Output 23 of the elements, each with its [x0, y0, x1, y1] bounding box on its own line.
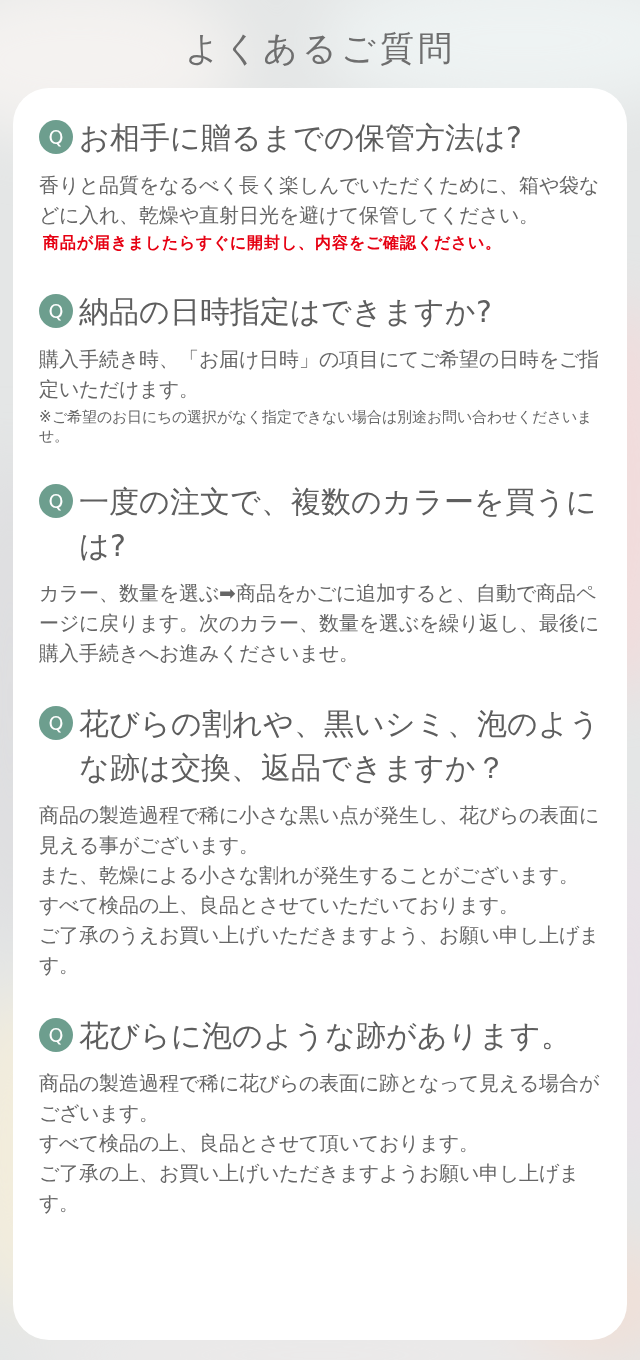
q-badge: Q	[39, 706, 73, 740]
q-badge: Q	[39, 120, 73, 154]
answer-text: 商品の製造過程で稀に小さな黒い点が発生し、花びらの表面に見える事がございます。	[39, 802, 600, 859]
answer-text: ご了承の上、お買い上げいただきますようお願い申し上げます。	[39, 1160, 580, 1217]
question-text: 納品の日時指定はできますか?	[79, 293, 492, 331]
q-badge: Q	[39, 294, 73, 328]
q-badge: Q	[39, 484, 73, 518]
answer-text: 香りと品質をなるべく長く楽しんでいただくために、箱や袋などに入れ、乾燥や直射日光を避けて保管してください。	[39, 172, 600, 229]
question-text: 花びらに泡のような跡があります。	[79, 1017, 571, 1055]
answer-text: カラー、数量を選ぶ➡商品をかごに追加すると、自動で商品ページに戻ります。次のカラー、数量を選ぶを繰り返し、最後に購入手続きへお進みくださいませ。	[39, 580, 600, 667]
q-badge: Q	[39, 1018, 73, 1052]
answer-text: 商品の製造過程で稀に花びらの表面に跡となって見える場合がございます。	[39, 1070, 600, 1127]
answer-text: ご了承のうえお買い上げいただきますよう、お願い申し上げます。	[39, 922, 600, 979]
question-text: お相手に贈るまでの保管方法は?	[79, 119, 522, 157]
warning-text: 商品が届きましたらすぐに開封し、内容をご確認ください。	[42, 232, 503, 254]
answer-text: すべて検品の上、良品とさせて頂いております。	[39, 1130, 480, 1157]
note-text: ※ご希望のお日にちの選択がなく指定できない場合は別途お問い合わせくださいませ。	[39, 408, 593, 446]
question-text: 花びらの割れや、黒いシミ、泡のような跡は交換、返品できますか？	[79, 705, 601, 787]
answer-text: すべて検品の上、良品とさせていただいております。	[39, 892, 520, 919]
answer-text: 購入手続き時、「お届け日時」の項目にてご希望の日時をご指定いただけます。	[39, 346, 600, 403]
question-text: 一度の注文で、複数のカラーを買うには?	[79, 483, 598, 565]
page-title: よくあるご質問	[184, 27, 456, 70]
answer-text: また、乾燥による小さな割れが発生することがございます。	[39, 862, 580, 889]
